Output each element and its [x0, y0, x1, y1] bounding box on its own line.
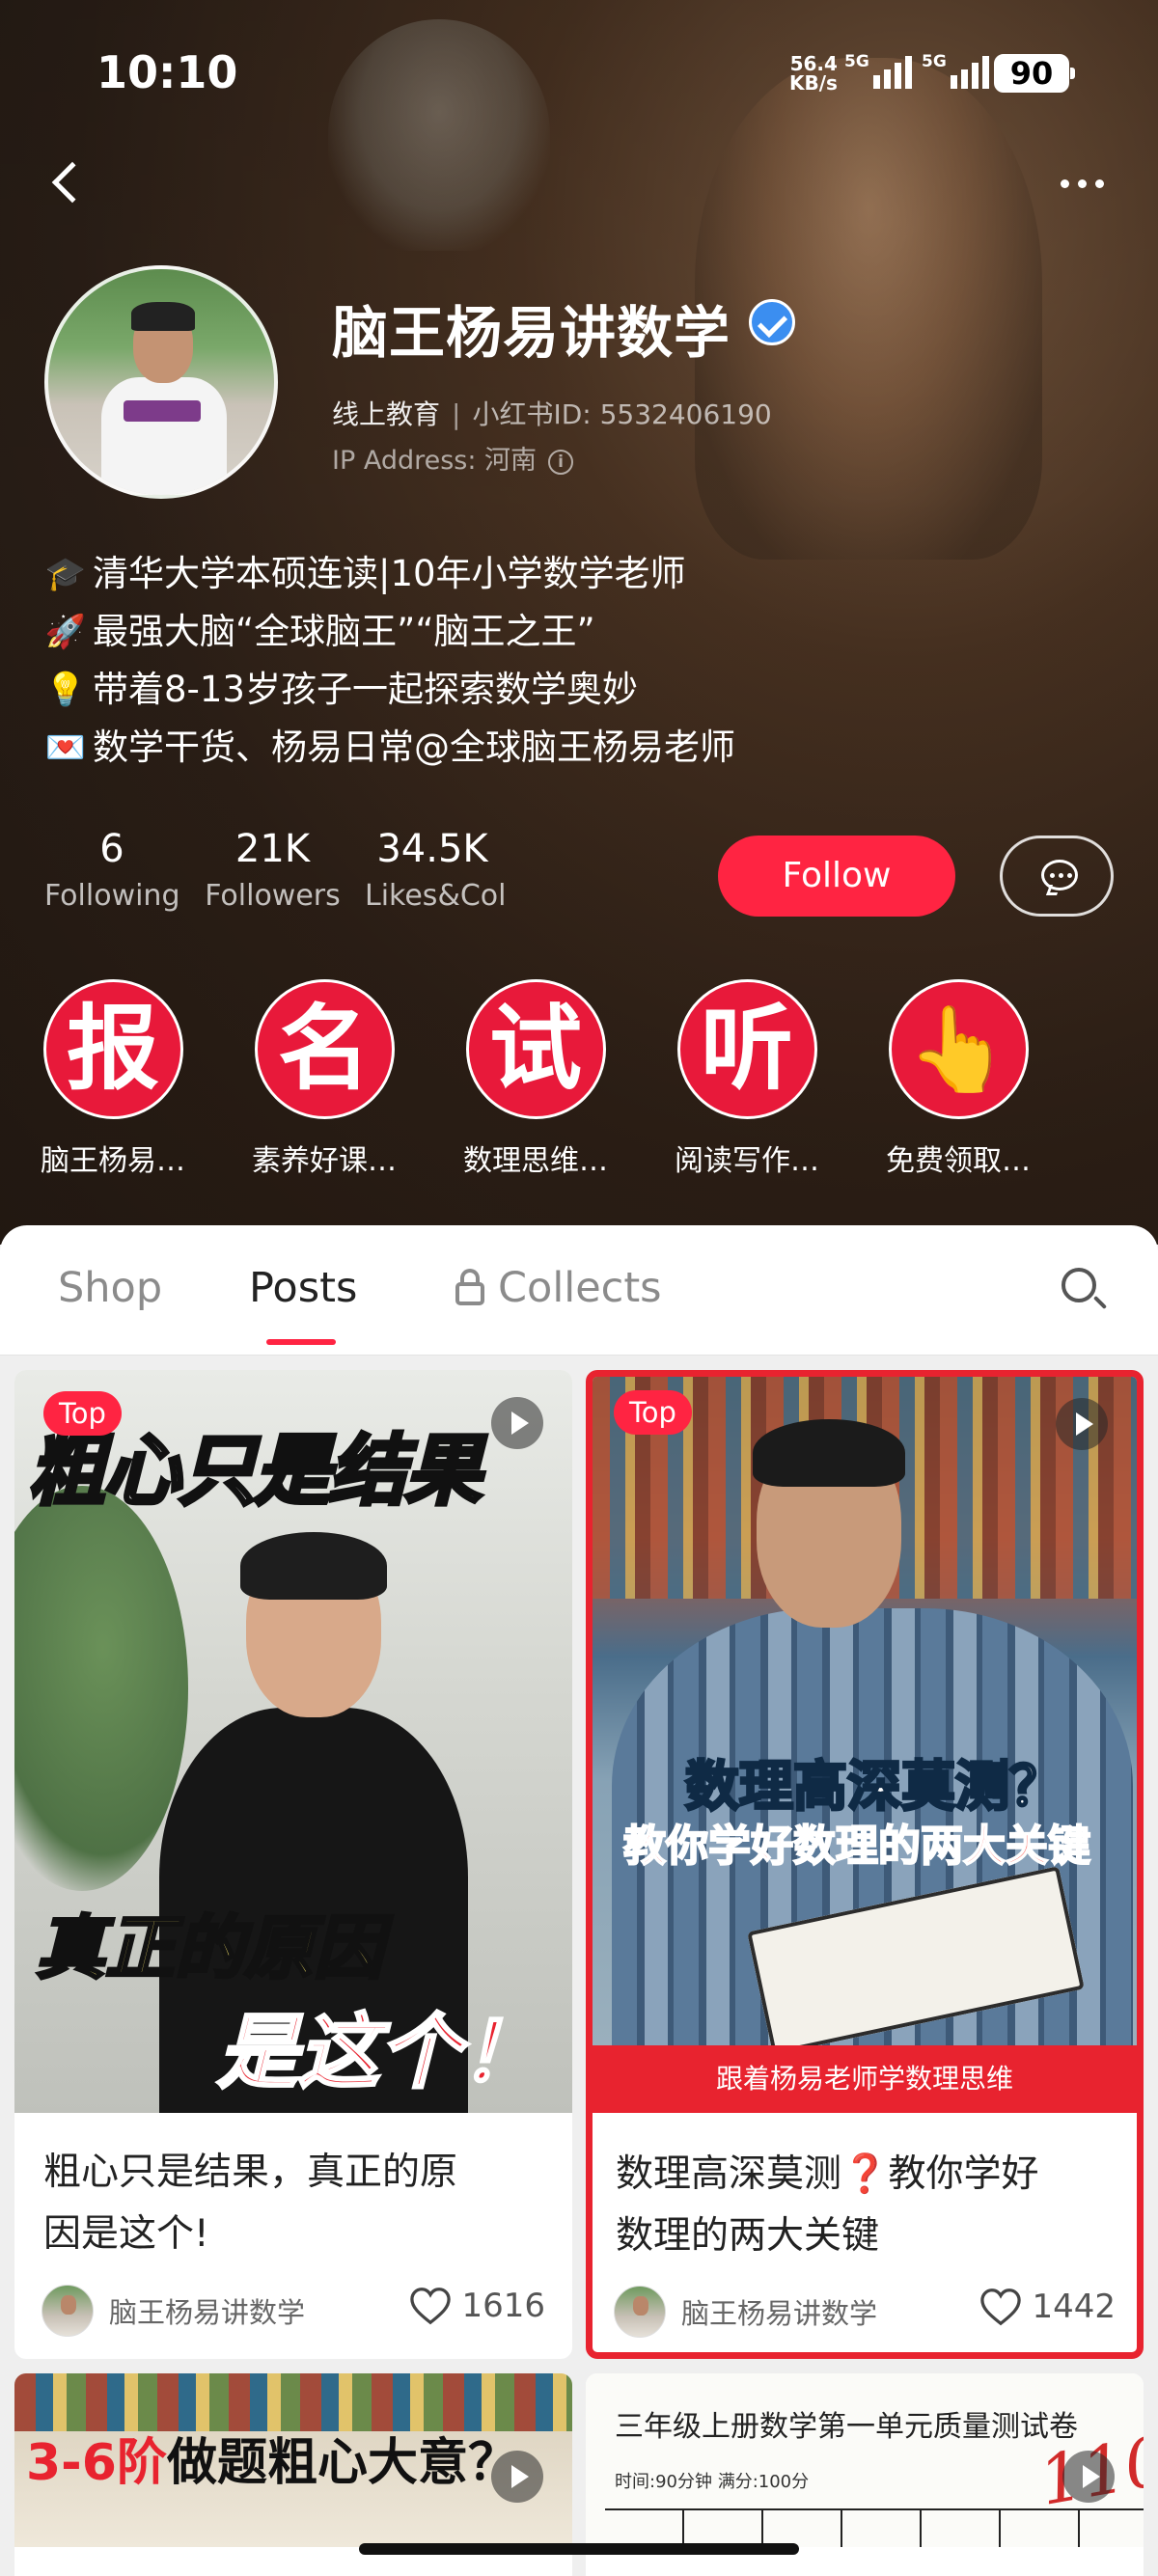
cover-text: 3-6阶做题粗心大意？	[26, 2434, 518, 2492]
bio-line: 💡 带着8-13岁孩子一起探索数学奥妙	[44, 669, 638, 710]
video-play-icon	[491, 1397, 543, 1449]
post-author[interactable]: 脑王杨易讲数学	[41, 2285, 305, 2337]
cover-ribbon: 跟着杨易老师学数理思维	[593, 2045, 1137, 2113]
post-cover: 三年级上册数学第一单元质量测试卷 时间:90分钟 满分:100分 110	[586, 2373, 1144, 2547]
cover-text: 时间:90分钟 满分:100分	[615, 2472, 810, 2492]
home-indicator[interactable]	[359, 2543, 799, 2555]
bio-line: 🎓 清华大学本硕连读|10年小学数学老师	[44, 553, 686, 594]
pinned-badge: Top	[43, 1391, 122, 1436]
signal-icon: 5G	[844, 52, 912, 89]
post-cover: 数理高深莫测？ 教你学好数理的两大关键 跟着杨易老师学数理思维 Top	[593, 1377, 1137, 2113]
shortcut-label: 数理思维…	[463, 1144, 608, 1178]
shortcut-label: 免费领取…	[886, 1144, 1031, 1178]
tab-collects[interactable]: Collects	[454, 1264, 662, 1312]
chevron-left-icon	[51, 161, 94, 204]
tab-posts[interactable]: Posts	[249, 1264, 357, 1345]
lightbulb-icon: 💡	[44, 671, 87, 709]
heart-icon	[410, 2288, 452, 2325]
post-title: 粗心只是结果，真正的原 因是这个!	[43, 2151, 458, 2256]
stat-likes-collects[interactable]: 34.5K Likes&Col	[365, 825, 506, 913]
active-tab-indicator	[266, 1339, 336, 1345]
author-avatar	[41, 2285, 94, 2337]
cover-text: 真正的原因	[34, 1906, 384, 1990]
bio-line: 💌 数学干货、杨易日常@全球脑王杨易老师	[44, 726, 735, 768]
bio-line: 🚀 最强大脑“全球脑王”“脑王之王”	[44, 611, 595, 652]
post-card[interactable]: 数理高深莫测？ 教你学好数理的两大关键 跟着杨易老师学数理思维 Top 数理高深…	[586, 1370, 1144, 2359]
shortcut-row: 报 脑王杨易… 名 素养好课… 试 数理思维… 听 阅读写作… 👆 免费领取…	[0, 979, 1158, 1192]
envelope-heart-icon: 💌	[44, 728, 87, 767]
like-button[interactable]: 1616	[409, 2287, 545, 2325]
post-cover: 3-6阶做题粗心大意？	[14, 2373, 572, 2547]
content-tabs: Shop Posts Collects	[0, 1225, 1158, 1356]
stat-following[interactable]: 6 Following	[44, 825, 180, 913]
like-count: 1616	[461, 2287, 545, 2325]
profile-stats: 6 Following 21K Followers 34.5K Likes&Co…	[0, 825, 560, 931]
post-cover: 粗心只是结果 真正的原因 是这个！ Top	[14, 1370, 572, 2113]
post-title: 数理高深莫测❓教你学好 数理的两大关键	[616, 2152, 1039, 2258]
status-time: 10:10	[96, 46, 238, 98]
ip-address: IP Address: 河南 i	[332, 439, 574, 477]
red-id[interactable]: 小红书ID: 5532406190	[472, 398, 771, 430]
shortcut-icon: 试	[465, 979, 606, 1119]
verified-badge-icon	[749, 299, 795, 345]
lock-icon	[454, 1269, 486, 1305]
status-bar: 10:10 56.4 KB/s 5G 5G 90	[0, 0, 1158, 145]
cover-text: 是这个！	[215, 2004, 542, 2101]
video-play-icon	[1062, 2451, 1115, 2503]
shortcut-icon: 名	[254, 979, 395, 1119]
cover-text: 数理高深莫测？	[684, 1755, 1065, 1821]
cover-text: 教你学好数理的两大关键	[622, 1821, 1091, 1872]
shortcut-label: 脑王杨易…	[41, 1144, 185, 1178]
rocket-icon: 🚀	[44, 613, 87, 651]
info-icon[interactable]: i	[548, 450, 574, 475]
profile-bio[interactable]: 🎓 清华大学本硕连读|10年小学数学老师 🚀 最强大脑“全球脑王”“脑王之王” 💡 带…	[44, 545, 735, 777]
video-play-icon	[1056, 1398, 1108, 1450]
like-button[interactable]: 1442	[979, 2288, 1116, 2326]
profile-category: 线上教育	[332, 398, 441, 430]
graduation-cap-icon: 🎓	[44, 555, 87, 593]
search-icon	[1062, 1268, 1096, 1302]
message-button[interactable]	[1000, 836, 1114, 917]
post-author[interactable]: 脑王杨易讲数学	[614, 2286, 877, 2338]
search-button[interactable]	[1056, 1262, 1114, 1320]
like-count: 1442	[1032, 2288, 1116, 2326]
shortcut-icon: 听	[676, 979, 817, 1119]
shortcut-item[interactable]: 试 数理思维…	[434, 979, 637, 1179]
avatar[interactable]	[44, 265, 278, 499]
tab-shop[interactable]: Shop	[58, 1264, 162, 1312]
stat-followers[interactable]: 21K Followers	[203, 825, 343, 913]
cover-text: 三年级上册数学第一单元质量测试卷	[615, 2410, 1078, 2444]
network-speed: 56.4 KB/s	[789, 52, 838, 95]
post-card[interactable]: 粗心只是结果 真正的原因 是这个！ Top 粗心只是结果，真正的原 因是这个! …	[14, 1370, 572, 2359]
pinned-badge: Top	[614, 1390, 692, 1435]
battery-icon: 90	[994, 54, 1075, 93]
heart-icon	[980, 2288, 1022, 2326]
profile-name: 脑王杨易讲数学	[332, 300, 731, 366]
author-avatar	[614, 2286, 666, 2338]
shortcut-label: 素养好课…	[252, 1144, 397, 1178]
back-button[interactable]	[46, 154, 94, 212]
posts-feed: 粗心只是结果 真正的原因 是这个！ Top 粗心只是结果，真正的原 因是这个! …	[0, 1356, 1158, 2576]
shortcut-label: 阅读写作…	[675, 1144, 819, 1178]
shortcut-item[interactable]: 听 阅读写作…	[646, 979, 848, 1179]
profile-meta: 线上教育 | 小红书ID: 5532406190	[332, 398, 772, 430]
shortcut-item[interactable]: 👆 免费领取…	[857, 979, 1060, 1179]
follow-button[interactable]: Follow	[718, 836, 955, 917]
shortcut-item[interactable]: 名 素养好课…	[223, 979, 426, 1179]
video-play-icon	[491, 2451, 543, 2503]
pointing-hand-icon: 👆	[888, 979, 1029, 1119]
signal-icon-2: 5G	[922, 52, 989, 89]
shortcut-item[interactable]: 报 脑王杨易…	[12, 979, 214, 1179]
more-options-button[interactable]	[1048, 164, 1116, 203]
shortcut-icon: 报	[42, 979, 183, 1119]
